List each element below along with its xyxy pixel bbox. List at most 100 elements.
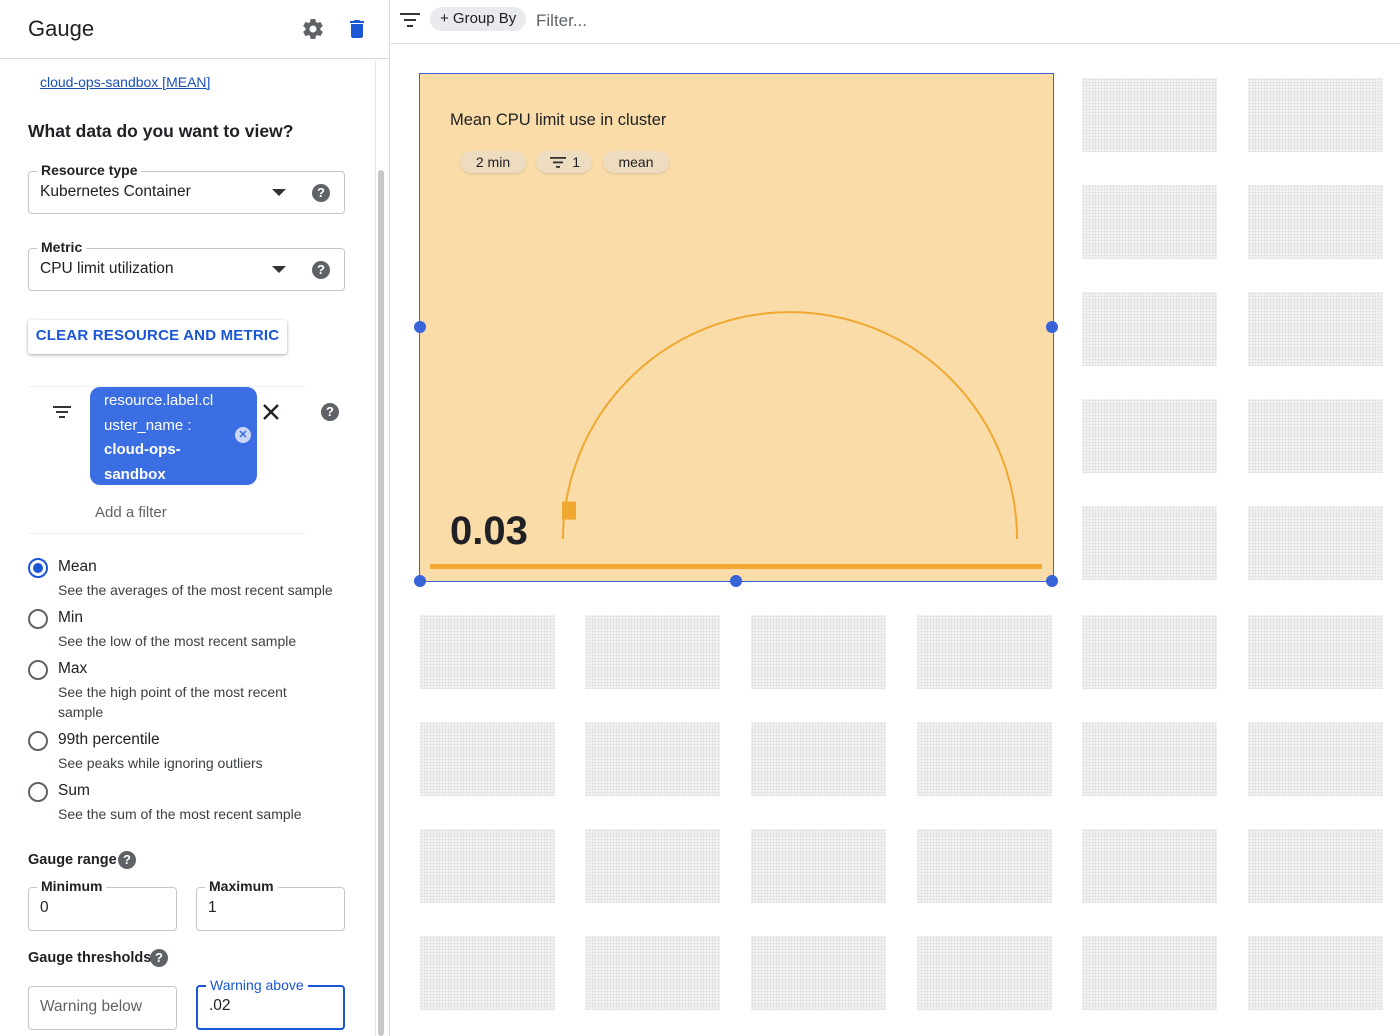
mean-description: See the averages of the most recent samp… — [58, 582, 333, 598]
empty-grid-cell[interactable] — [1248, 292, 1383, 366]
empty-grid-cell[interactable] — [751, 936, 886, 1010]
add-filter-input[interactable]: Add a filter — [95, 504, 167, 521]
empty-grid-cell[interactable] — [1082, 936, 1217, 1010]
min-label: Min — [58, 609, 83, 626]
panel-scrollbar-thumb[interactable] — [378, 170, 384, 1036]
minimum-field[interactable]: Minimum 0 — [28, 878, 177, 931]
empty-grid-cell[interactable] — [917, 829, 1052, 903]
empty-grid-cell[interactable] — [1082, 829, 1217, 903]
panel-title: Gauge — [28, 16, 95, 41]
empty-grid-cell[interactable] — [1248, 829, 1383, 903]
empty-grid-cell[interactable] — [751, 829, 886, 903]
empty-grid-cell[interactable] — [420, 829, 555, 903]
delete-icon[interactable] — [345, 17, 369, 41]
empty-grid-cell[interactable] — [917, 936, 1052, 1010]
warning-above-field[interactable]: Warning above .02 — [196, 977, 345, 1030]
metric-label: Metric — [37, 239, 87, 255]
filter-section: resource.label.cl uster_name : cloud-ops… — [28, 386, 339, 534]
resource-type-value: Kubernetes Container — [40, 183, 191, 200]
gear-icon[interactable] — [301, 17, 325, 41]
group-by-button[interactable]: + Group By — [430, 7, 527, 31]
maximum-field[interactable]: Maximum 1 — [196, 878, 345, 931]
filter-chip-key-line2: uster_name : — [104, 416, 192, 434]
empty-grid-cell[interactable] — [917, 722, 1052, 796]
empty-grid-cell[interactable] — [1082, 399, 1217, 473]
empty-grid-cell[interactable] — [917, 615, 1052, 689]
resize-handle-bottom-left[interactable] — [414, 575, 426, 587]
empty-grid-cell[interactable] — [585, 936, 720, 1010]
gauge-value-marker — [562, 501, 576, 520]
empty-grid-cell[interactable] — [585, 829, 720, 903]
minimum-value: 0 — [40, 899, 49, 916]
gauge-value: 0.03 — [450, 509, 528, 553]
mean-radio[interactable] — [28, 558, 48, 578]
empty-grid-cell[interactable] — [1082, 78, 1217, 152]
warning-below-field[interactable]: Warning below — [28, 986, 177, 1030]
maximum-value: 1 — [208, 899, 217, 916]
max-description: See the high point of the most recent sa… — [58, 684, 287, 720]
mean-label: Mean — [58, 558, 97, 575]
help-icon[interactable]: ? — [312, 184, 330, 202]
metric-select[interactable]: Metric CPU limit utilization ? — [28, 239, 345, 291]
gauge-widget[interactable]: Mean CPU limit use in cluster 2 min 1 me… — [419, 73, 1054, 582]
section-heading: What data do you want to view? — [28, 121, 294, 141]
filter-list-icon — [52, 404, 72, 425]
gauge-arc — [562, 311, 1018, 540]
empty-grid-cell[interactable] — [1248, 722, 1383, 796]
remove-chip-icon[interactable]: ✕ — [235, 427, 251, 443]
chevron-down-icon[interactable] — [272, 189, 286, 196]
empty-grid-cell[interactable] — [751, 722, 886, 796]
max-radio[interactable] — [28, 660, 48, 680]
empty-grid-cell[interactable] — [585, 722, 720, 796]
empty-grid-cell[interactable] — [1248, 615, 1383, 689]
empty-grid-cell[interactable] — [420, 936, 555, 1010]
min-description: See the low of the most recent sample — [58, 633, 297, 649]
help-icon[interactable]: ? — [118, 851, 136, 869]
filter-chip[interactable]: resource.label.cl uster_name : cloud-ops… — [90, 387, 257, 485]
sum-radio[interactable] — [28, 782, 48, 802]
maximum-label: Maximum — [205, 878, 278, 894]
warning-below-placeholder: Warning below — [40, 998, 142, 1015]
empty-grid-cell[interactable] — [1248, 506, 1383, 580]
empty-grid-cell[interactable] — [1082, 292, 1217, 366]
source-breadcrumb-link[interactable]: cloud-ops-sandbox [MEAN] — [40, 74, 210, 90]
chevron-down-icon[interactable] — [272, 266, 286, 273]
clear-resource-metric-button[interactable]: CLEAR RESOURCE AND METRIC — [28, 320, 287, 354]
gauge-thresholds-heading: Gauge thresholds — [28, 950, 152, 966]
empty-grid-cell[interactable] — [420, 722, 555, 796]
metric-value: CPU limit utilization — [40, 260, 174, 277]
resource-type-label: Resource type — [37, 162, 142, 178]
filter-chip-key-line1: resource.label.cl — [104, 392, 214, 409]
resize-handle-left[interactable] — [414, 321, 426, 333]
filter-list-icon[interactable] — [399, 11, 421, 34]
warning-above-value: .02 — [209, 997, 231, 1014]
empty-grid-cell[interactable] — [1082, 506, 1217, 580]
empty-grid-cell[interactable] — [1248, 78, 1383, 152]
empty-grid-cell[interactable] — [1082, 185, 1217, 259]
empty-grid-cell[interactable] — [1248, 185, 1383, 259]
minimum-label: Minimum — [37, 878, 107, 894]
empty-grid-cell[interactable] — [1082, 722, 1217, 796]
max-label: Max — [58, 660, 88, 677]
min-radio[interactable] — [28, 609, 48, 629]
panel-header: Gauge — [0, 0, 389, 59]
help-icon[interactable]: ? — [150, 949, 168, 967]
close-icon[interactable] — [262, 403, 280, 426]
help-icon[interactable]: ? — [321, 403, 339, 421]
empty-grid-cell[interactable] — [751, 615, 886, 689]
resize-handle-right[interactable] — [1046, 321, 1058, 333]
resize-handle-bottom[interactable] — [730, 575, 742, 587]
percentile-label: 99th percentile — [58, 731, 160, 748]
percentile-radio[interactable] — [28, 731, 48, 751]
percentile-description: See peaks while ignoring outliers — [58, 755, 263, 771]
empty-grid-cell[interactable] — [585, 615, 720, 689]
filter-input[interactable] — [536, 8, 1356, 34]
empty-grid-cell[interactable] — [1248, 399, 1383, 473]
resize-handle-bottom-right[interactable] — [1046, 575, 1058, 587]
empty-grid-cell[interactable] — [1248, 936, 1383, 1010]
empty-grid-cell[interactable] — [420, 615, 555, 689]
resource-type-select[interactable]: Resource type Kubernetes Container ? — [28, 162, 345, 214]
filter-chip-value-line1: cloud-ops- — [104, 441, 181, 458]
help-icon[interactable]: ? — [312, 261, 330, 279]
empty-grid-cell[interactable] — [1082, 615, 1217, 689]
